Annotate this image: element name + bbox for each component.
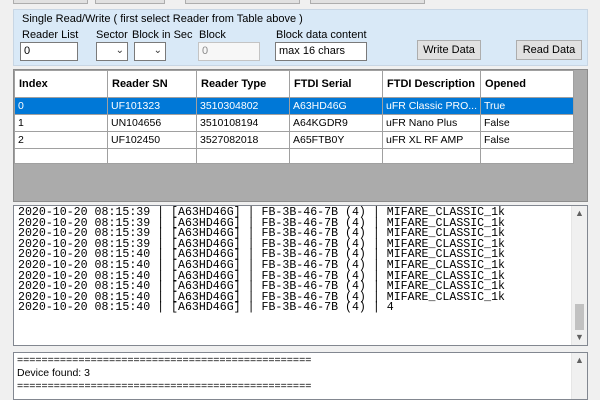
top-button-1[interactable] bbox=[13, 0, 88, 4]
cell-empty[interactable] bbox=[381, 148, 482, 164]
panel-title: Single Read/Write ( first select Reader … bbox=[22, 13, 303, 25]
table-row[interactable]: 2 UF102450 3527082018 A65FTB0Y uFR XL RF… bbox=[14, 131, 575, 149]
table-row[interactable]: 0 UF101323 3510304802 A63HD46G uFR Class… bbox=[14, 97, 575, 115]
cell-index[interactable]: 2 bbox=[14, 131, 108, 149]
device-found-text: Device found: 3 bbox=[17, 367, 90, 379]
block-label: Block bbox=[199, 29, 226, 41]
chevron-up-icon[interactable]: ▲ bbox=[572, 206, 587, 221]
cell-empty[interactable] bbox=[289, 148, 383, 164]
chevron-down-icon[interactable]: ▼ bbox=[572, 330, 587, 345]
chevron-down-icon: ⌄ bbox=[153, 45, 162, 56]
block-in-sec-select[interactable]: ⌄ bbox=[134, 42, 166, 61]
chevron-down-icon: ⌄ bbox=[115, 45, 124, 56]
column-header-ftdi-description[interactable]: FTDI Description bbox=[381, 70, 482, 98]
top-button-2[interactable] bbox=[95, 0, 165, 4]
grid-header-row: Index Reader SN Reader Type FTDI Serial … bbox=[14, 70, 575, 98]
cell-empty[interactable] bbox=[107, 148, 197, 164]
cell-opened[interactable]: False bbox=[480, 131, 575, 149]
column-header-ftdi-serial[interactable]: FTDI Serial bbox=[289, 70, 383, 98]
scrollbar-thumb[interactable] bbox=[575, 304, 584, 330]
cell-index[interactable]: 0 bbox=[14, 97, 108, 115]
table-row[interactable]: 1 UN104656 3510108194 A64KGDR9 uFR Nano … bbox=[14, 114, 575, 132]
block-data-label: Block data content bbox=[276, 29, 367, 41]
cell-empty[interactable] bbox=[196, 148, 290, 164]
sector-select[interactable]: ⌄ bbox=[96, 42, 128, 61]
status-separator: ========================================… bbox=[17, 354, 312, 366]
cell-reader-sn[interactable]: UF101323 bbox=[107, 97, 197, 115]
column-header-index[interactable]: Index bbox=[14, 70, 108, 98]
block-in-sec-label: Block in Sec bbox=[132, 29, 193, 41]
log-output[interactable]: 2020-10-20 08:15:39 | [A63HD46G] | FB-3B… bbox=[13, 205, 588, 346]
cell-ftdi-description[interactable]: uFR XL RF AMP bbox=[381, 131, 482, 149]
log-line: 2020-10-20 08:15:40 | [A63HD46G] | FB-3B… bbox=[18, 301, 394, 315]
read-data-button[interactable]: Read Data bbox=[516, 40, 582, 60]
column-header-opened[interactable]: Opened bbox=[480, 70, 575, 98]
cell-reader-type[interactable]: 3527082018 bbox=[196, 131, 290, 149]
column-header-reader-type[interactable]: Reader Type bbox=[196, 70, 290, 98]
log-scrollbar[interactable]: ▲ ▼ bbox=[571, 206, 587, 345]
cell-index[interactable]: 1 bbox=[14, 114, 108, 132]
reader-list-input[interactable]: 0 bbox=[20, 42, 78, 61]
single-read-write-panel: Single Read/Write ( first select Reader … bbox=[13, 9, 588, 66]
readers-grid: Index Reader SN Reader Type FTDI Serial … bbox=[13, 69, 588, 202]
status-separator: ========================================… bbox=[17, 380, 312, 392]
cell-reader-sn[interactable]: UN104656 bbox=[107, 114, 197, 132]
block-input[interactable]: 0 bbox=[198, 42, 260, 61]
top-button-4[interactable] bbox=[310, 0, 425, 4]
status-output[interactable]: ========================================… bbox=[13, 352, 588, 400]
readers-table: Index Reader SN Reader Type FTDI Serial … bbox=[14, 70, 575, 164]
write-data-button[interactable]: Write Data bbox=[417, 40, 481, 60]
block-data-input[interactable]: max 16 chars bbox=[275, 42, 367, 61]
cell-opened[interactable]: False bbox=[480, 114, 575, 132]
column-header-reader-sn[interactable]: Reader SN bbox=[107, 70, 197, 98]
cell-reader-type[interactable]: 3510108194 bbox=[196, 114, 290, 132]
cell-opened[interactable]: True bbox=[480, 97, 575, 115]
cell-ftdi-serial[interactable]: A63HD46G bbox=[289, 97, 383, 115]
sector-label: Sector bbox=[96, 29, 128, 41]
cell-empty[interactable] bbox=[14, 148, 108, 164]
top-toolbar bbox=[0, 0, 600, 9]
cell-ftdi-description[interactable]: uFR Nano Plus bbox=[381, 114, 482, 132]
chevron-up-icon[interactable]: ▲ bbox=[572, 353, 587, 368]
reader-list-label: Reader List bbox=[22, 29, 79, 41]
cell-empty[interactable] bbox=[480, 148, 575, 164]
status-scrollbar[interactable]: ▲ bbox=[571, 353, 587, 399]
cell-ftdi-serial[interactable]: A64KGDR9 bbox=[289, 114, 383, 132]
cell-reader-sn[interactable]: UF102450 bbox=[107, 131, 197, 149]
cell-ftdi-serial[interactable]: A65FTB0Y bbox=[289, 131, 383, 149]
cell-ftdi-description[interactable]: uFR Classic PRO... bbox=[381, 97, 482, 115]
table-row-new[interactable] bbox=[14, 148, 575, 164]
cell-reader-type[interactable]: 3510304802 bbox=[196, 97, 290, 115]
top-button-3[interactable] bbox=[185, 0, 300, 4]
